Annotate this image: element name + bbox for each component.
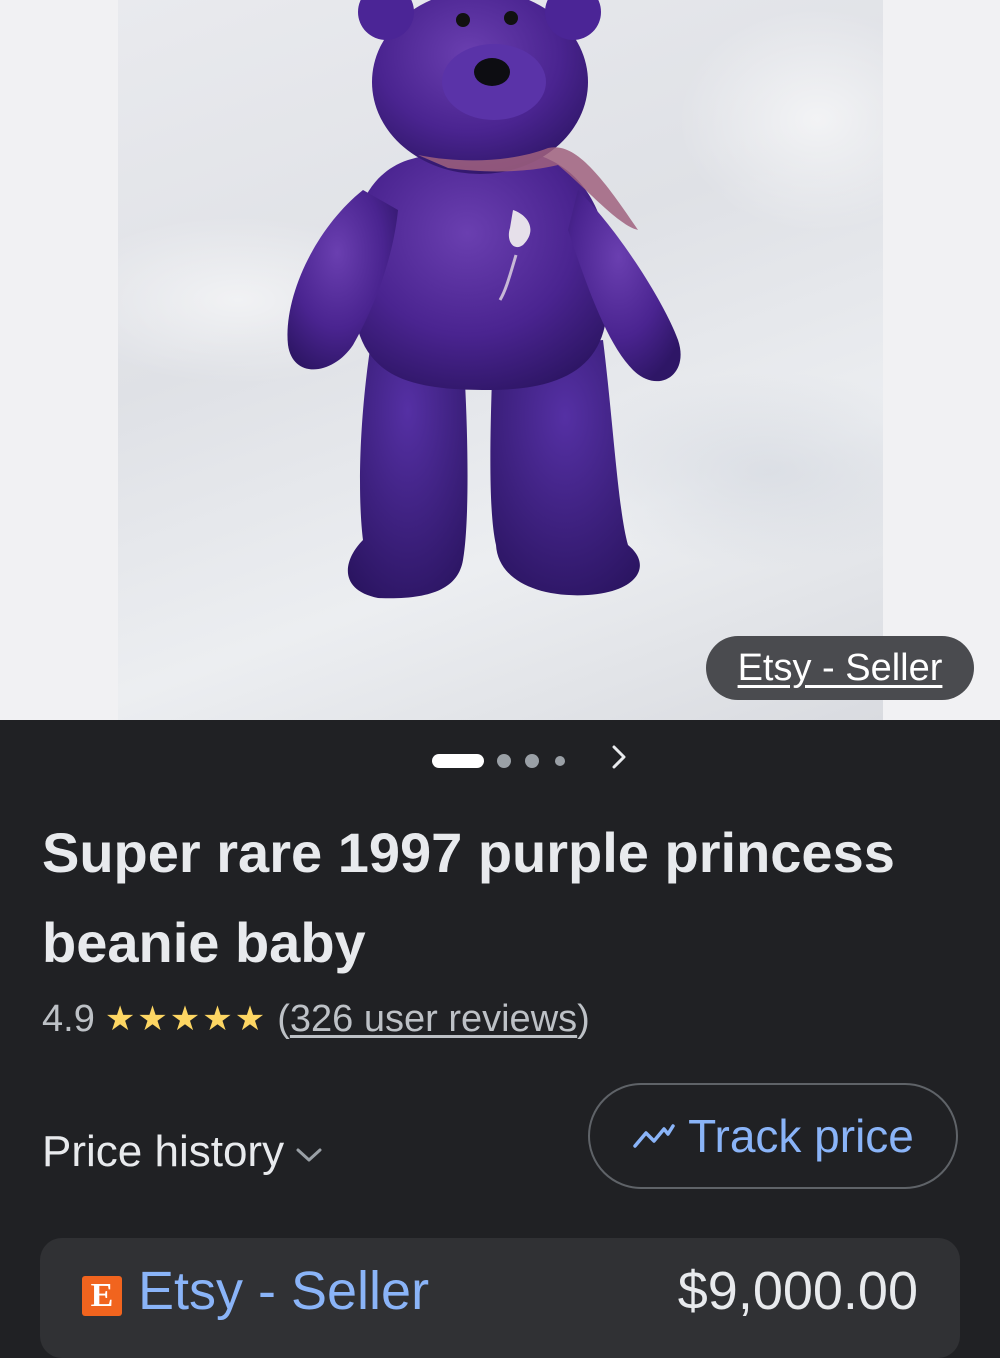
product-title: Super rare 1997 purple princess beanie b… <box>42 821 895 974</box>
reviews-close-paren: ) <box>577 997 590 1040</box>
etsy-logo-icon: E <box>82 1276 122 1316</box>
carousel-dot[interactable] <box>555 756 565 766</box>
track-price-button[interactable]: Track price <box>588 1083 958 1189</box>
image-source-link[interactable]: Etsy - Seller <box>706 636 974 700</box>
star-rating-icon: ★★★★★ <box>104 1000 268 1038</box>
reviews-link[interactable]: 326 user reviews <box>290 998 577 1041</box>
chevron-down-icon <box>296 1148 322 1162</box>
carousel-dot[interactable] <box>497 754 511 768</box>
image-carousel-indicator <box>0 742 1000 782</box>
carousel-dot[interactable] <box>525 754 539 768</box>
reviews-open-paren: ( <box>277 997 290 1040</box>
carousel-dot-active[interactable] <box>432 754 484 768</box>
rating-row: 4.9 ★★★★★ (326 user reviews) <box>42 994 590 1044</box>
trend-line-icon <box>633 1124 675 1148</box>
product-image-area[interactable]: Etsy - Seller <box>0 0 1000 720</box>
track-price-label: Track price <box>688 1110 914 1162</box>
price-history-label: Price history <box>42 1127 285 1176</box>
rating-value: 4.9 <box>42 997 95 1040</box>
product-photo[interactable] <box>118 0 883 720</box>
price-history-toggle[interactable]: Price history <box>42 1124 324 1180</box>
seller-name-link[interactable]: Etsy - Seller <box>138 1260 429 1322</box>
purple-bear-image <box>287 0 681 599</box>
offer-price: $9,000.00 <box>677 1261 918 1321</box>
chevron-right-icon[interactable] <box>604 742 634 782</box>
seller-offer-card[interactable]: E Etsy - Seller $9,000.00 <box>40 1238 960 1358</box>
